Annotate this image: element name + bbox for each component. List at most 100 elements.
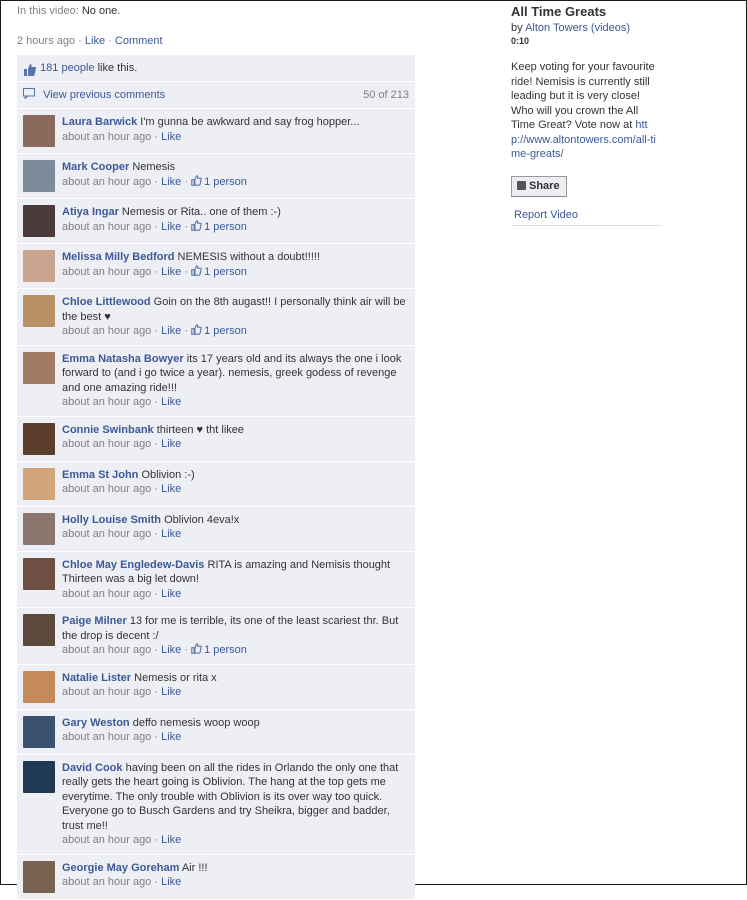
comment-timestamp: about an hour ago xyxy=(62,686,152,698)
comment-body: David Cook having been on all the rides … xyxy=(62,761,409,848)
comment-row: Connie Swinbank thirteen ♥ tht likee abou… xyxy=(17,416,415,462)
comment-author-link[interactable]: Melissa Milly Bedford xyxy=(62,251,174,263)
comment-like-link[interactable]: Like xyxy=(161,731,181,743)
comment-author-link[interactable]: Atiya Ingar xyxy=(62,206,119,218)
separator: · xyxy=(154,587,159,600)
avatar[interactable] xyxy=(23,422,55,455)
avatar[interactable] xyxy=(23,115,55,147)
avatar[interactable] xyxy=(23,614,55,646)
comment-like-link[interactable]: Like xyxy=(161,588,181,600)
avatar[interactable] xyxy=(23,557,55,590)
likes-people-link[interactable]: 181 people xyxy=(40,62,94,74)
comment-content: Paige Milner 13 for me is terrible, its … xyxy=(62,614,409,643)
comment-author-link[interactable]: Holly Louise Smith xyxy=(62,514,161,526)
comment-author-link[interactable]: Paige Milner xyxy=(62,615,127,627)
comment-like-link[interactable]: Like xyxy=(161,876,181,888)
comment-author-link[interactable]: Emma Natasha Bowyer xyxy=(62,353,184,365)
comment-likes-count: 1 person xyxy=(204,325,247,337)
thumbs-up-icon xyxy=(191,643,204,656)
avatar[interactable] xyxy=(23,250,55,282)
comment-row: Chloe May Engledew-Davis RITA is amazing… xyxy=(17,551,415,608)
comment-text: Nemesis xyxy=(132,161,176,173)
comment-body: Connie Swinbank thirteen ♥ tht likee abou… xyxy=(62,423,409,455)
comment-likes-badge[interactable]: 1 person xyxy=(191,643,247,656)
comment-row: Chloe Littlewood Goin on the 8th augast!… xyxy=(17,289,415,346)
comment-like-link[interactable]: Like xyxy=(161,176,181,188)
comment-likes-badge[interactable]: 1 person xyxy=(191,324,247,337)
comment-author-link[interactable]: Gary Weston xyxy=(62,717,130,729)
comment-author-link[interactable]: David Cook xyxy=(62,762,123,774)
video-duration: 0:10 xyxy=(511,36,530,46)
avatar[interactable] xyxy=(23,205,55,237)
comment-author-link[interactable]: Connie Swinbank xyxy=(62,424,154,436)
comment-video-link[interactable]: Comment xyxy=(115,35,163,47)
comment-like-link[interactable]: Like xyxy=(161,528,181,540)
comment-like-link[interactable]: Like xyxy=(161,644,181,656)
comment-like-link[interactable]: Like xyxy=(161,131,181,143)
comment-row: Georgie May Goreham Air !!! about an hour… xyxy=(17,854,415,900)
comment-likes-badge[interactable]: 1 person xyxy=(191,264,247,278)
comment-meta: about an hour ago · Like · 1 person xyxy=(62,264,409,280)
comment-author-link[interactable]: Natalie Lister xyxy=(62,672,131,684)
separator: · xyxy=(154,438,159,450)
comment-author-link[interactable]: Chloe Littlewood xyxy=(62,296,151,308)
comment-meta: about an hour ago · Like · 1 person xyxy=(62,174,409,190)
share-label: Share xyxy=(529,179,560,192)
comment-timestamp: about an hour ago xyxy=(62,876,152,888)
comment-meta: about an hour ago · Like xyxy=(62,130,409,145)
avatar[interactable] xyxy=(23,467,55,500)
comment-author-link[interactable]: Chloe May Engledew-Davis xyxy=(62,559,204,571)
view-previous-comments-link[interactable]: View previous comments xyxy=(43,89,165,101)
comment-content: Mark Cooper Nemesis xyxy=(62,160,409,175)
comment-content: Emma Natasha Bowyer its 17 years old and… xyxy=(62,352,409,396)
comment-text: Nemesis or Rita.. one of them :-) xyxy=(121,206,281,218)
comment-text: Oblivion 4eva!x xyxy=(164,513,240,526)
comment-body: Holly Louise Smith Oblivion 4eva!x about … xyxy=(62,513,409,545)
report-video-link[interactable]: Report Video xyxy=(514,209,578,221)
comment-like-link[interactable]: Like xyxy=(161,266,181,278)
avatar[interactable] xyxy=(23,670,55,703)
comment-content: Holly Louise Smith Oblivion 4eva!x xyxy=(62,513,409,528)
comment-author-link[interactable]: Georgie May Goreham xyxy=(62,862,179,874)
comment-timestamp: about an hour ago xyxy=(62,325,152,337)
comment-like-link[interactable]: Like xyxy=(161,325,181,337)
comment-row: Laura Barwick I'm gunna be awkward and s… xyxy=(17,109,415,154)
avatar[interactable] xyxy=(23,351,55,384)
comment-content: David Cook having been on all the rides … xyxy=(62,761,409,834)
comment-timestamp: about an hour ago xyxy=(62,220,152,233)
comment-author-link[interactable]: Mark Cooper xyxy=(62,161,129,173)
comment-like-link[interactable]: Like xyxy=(161,834,181,846)
comment-timestamp: about an hour ago xyxy=(62,130,152,143)
avatar[interactable] xyxy=(23,512,55,545)
comment-timestamp: about an hour ago xyxy=(62,175,152,188)
comment-likes-badge[interactable]: 1 person xyxy=(191,174,247,188)
comment-likes-badge[interactable]: 1 person xyxy=(191,219,247,233)
separator: · xyxy=(154,175,159,188)
comment-like-link[interactable]: Like xyxy=(161,221,181,233)
owner-link[interactable]: Alton Towers xyxy=(525,22,588,34)
like-video-link[interactable]: Like xyxy=(85,35,105,47)
comment-like-link[interactable]: Like xyxy=(161,483,181,495)
avatar[interactable] xyxy=(23,160,55,192)
avatar[interactable] xyxy=(23,295,55,327)
comment-content: Laura Barwick I'm gunna be awkward and s… xyxy=(62,115,409,130)
video-meta: 2 hours ago · Like · Comment xyxy=(17,35,415,51)
comment-likes-count: 1 person xyxy=(204,644,247,656)
avatar[interactable] xyxy=(23,860,55,893)
avatar[interactable] xyxy=(23,760,55,793)
comment-like-link[interactable]: Like xyxy=(161,686,181,698)
thumbs-up-icon xyxy=(191,324,204,337)
share-button[interactable]: Share xyxy=(511,175,567,197)
comment-timestamp: about an hour ago xyxy=(62,644,152,656)
comment-like-link[interactable]: Like xyxy=(161,438,181,450)
avatar[interactable] xyxy=(23,715,55,748)
by-label: by xyxy=(511,22,523,34)
separator: · xyxy=(184,644,189,656)
separator: · xyxy=(154,483,159,495)
comment-author-link[interactable]: Laura Barwick xyxy=(62,116,137,128)
videos-link[interactable]: (videos) xyxy=(591,22,630,34)
comment-author-link[interactable]: Emma St John xyxy=(62,469,138,481)
comments-count: 50 of 213 xyxy=(363,89,409,101)
likes-summary: 181 people like this. xyxy=(17,55,415,82)
comment-like-link[interactable]: Like xyxy=(161,396,181,408)
